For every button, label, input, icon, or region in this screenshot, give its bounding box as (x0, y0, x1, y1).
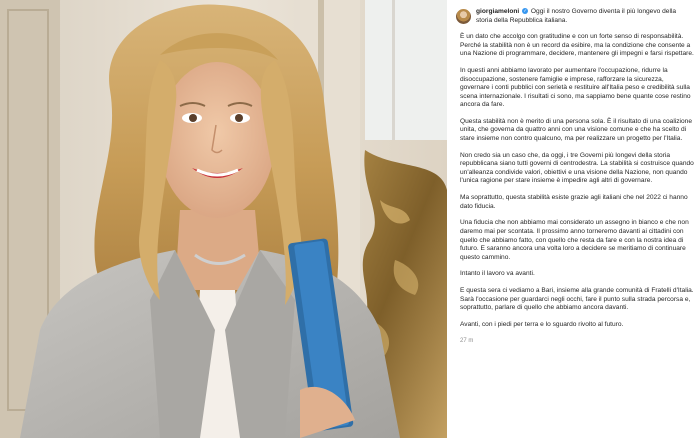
post-photo[interactable] (0, 0, 447, 438)
caption-header: giorgiameloni ✓ Oggi il nostro Governo d… (456, 8, 694, 33)
caption-paragraph: Avanti, con i piedi per terra e lo sguar… (460, 320, 624, 328)
portrait-photo (0, 0, 447, 438)
caption-paragraph: E questa sera ci vediamo a Bari, insieme… (460, 287, 694, 312)
caption-body: È un dato che accolgo con gratitudine e … (456, 33, 694, 329)
caption-first-line: giorgiameloni ✓ Oggi il nostro Governo d… (476, 8, 694, 25)
avatar[interactable] (456, 9, 471, 24)
username-link[interactable]: giorgiameloni (476, 8, 519, 15)
caption-paragraph: È un dato che accolgo con gratitudine e … (460, 33, 694, 58)
caption-paragraph: Intanto il lavoro va avanti. (460, 270, 535, 278)
caption-paragraph: In questi anni abbiamo lavorato per aume… (460, 67, 691, 109)
verified-badge-icon: ✓ (522, 8, 529, 15)
caption-paragraph: Ma soprattutto, questa stabilità esiste … (460, 194, 688, 210)
caption-paragraph: Non credo sia un caso che, da oggi, i tr… (460, 151, 694, 185)
caption-paragraph: Una fiducia che non abbiamo mai consider… (460, 219, 689, 261)
caption-paragraph: Questa stabilità non è merito di una per… (460, 117, 693, 143)
caption-panel: giorgiameloni ✓ Oggi il nostro Governo d… (447, 0, 700, 438)
instagram-post: giorgiameloni ✓ Oggi il nostro Governo d… (0, 0, 700, 438)
post-timestamp[interactable]: 27 m (456, 338, 694, 344)
